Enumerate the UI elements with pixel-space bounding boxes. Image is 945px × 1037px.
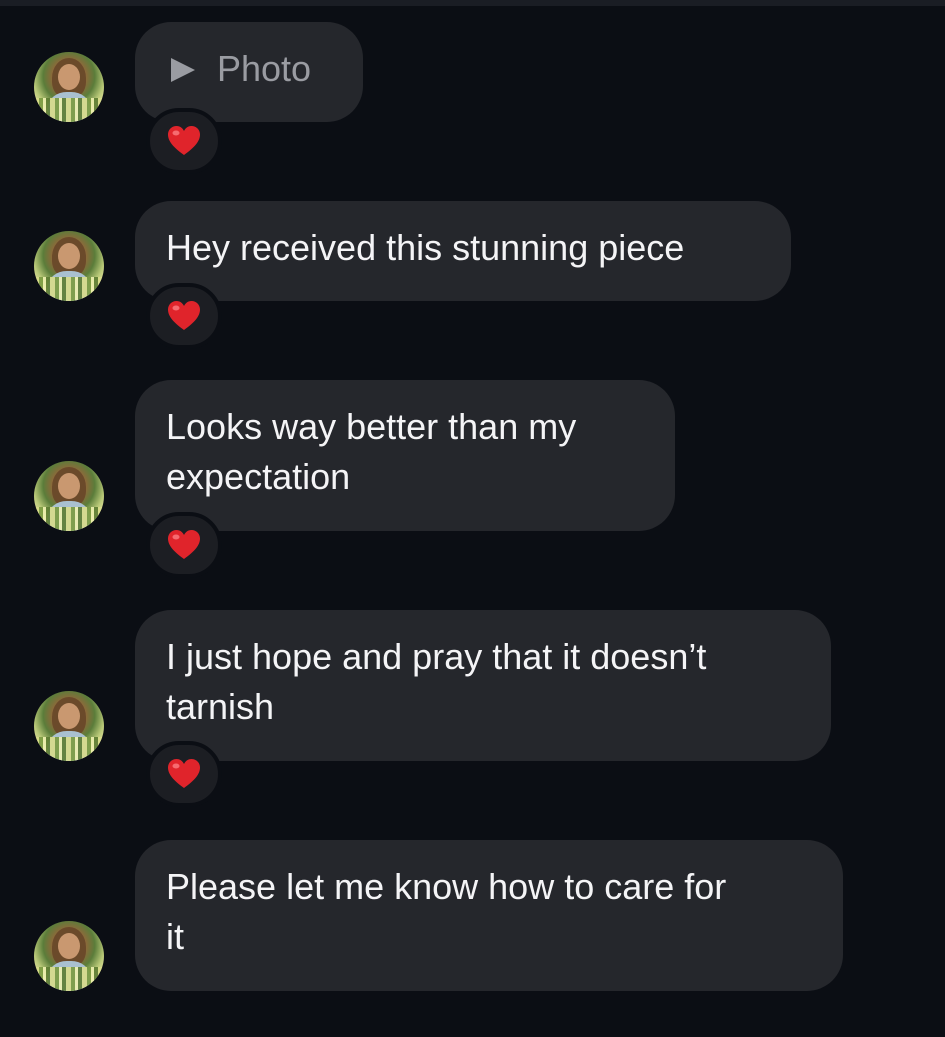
avatar[interactable] <box>34 52 104 122</box>
heart-icon <box>167 758 201 790</box>
avatar[interactable] <box>34 921 104 991</box>
message-bubble[interactable]: Hey received this stunning piece <box>135 201 791 301</box>
message-text-line: it <box>166 916 184 957</box>
heart-reaction[interactable] <box>146 741 222 807</box>
play-icon <box>171 58 195 82</box>
message-text-line: expectation <box>166 456 351 497</box>
message-text-line: I just hope and pray that it doesn’t <box>166 636 707 677</box>
heart-icon <box>167 529 201 561</box>
avatar[interactable] <box>34 461 104 531</box>
message-bubble[interactable]: Looks way better than my expectation <box>135 380 675 531</box>
message-text: Hey received this stunning piece <box>166 227 685 268</box>
photo-attachment-bubble[interactable]: Photo <box>135 22 363 122</box>
message-text-line: Looks way better than my <box>166 406 577 447</box>
heart-reaction[interactable] <box>146 283 222 349</box>
message-text-line: Please let me know how to care for <box>166 866 727 907</box>
message-text-line: tarnish <box>166 686 275 727</box>
heart-icon <box>167 300 201 332</box>
heart-reaction[interactable] <box>146 108 222 174</box>
heart-reaction[interactable] <box>146 512 222 578</box>
heart-icon <box>167 125 201 157</box>
photo-label: Photo <box>217 48 312 89</box>
avatar[interactable] <box>34 691 104 761</box>
message-bubble[interactable]: Please let me know how to care for it <box>135 840 843 991</box>
avatar[interactable] <box>34 231 104 301</box>
message-bubble[interactable]: I just hope and pray that it doesn’t tar… <box>135 610 831 761</box>
top-divider <box>0 0 945 6</box>
